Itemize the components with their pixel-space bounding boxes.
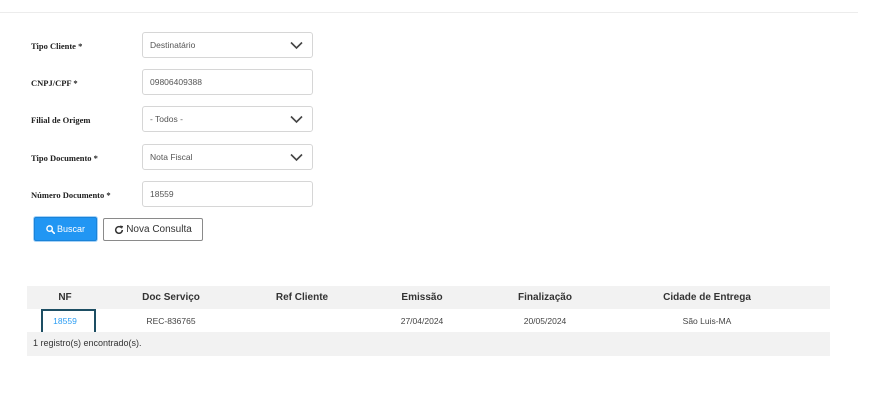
emissao-cell: 27/04/2024: [400, 316, 444, 326]
column-header-finalizacao[interactable]: Finalização: [518, 292, 572, 303]
filial-origem-value: - Todos -: [150, 114, 183, 124]
chevron-down-icon: [290, 115, 303, 124]
finalizacao-cell: 20/05/2024: [523, 316, 567, 326]
record-count: 1 registro(s) encontrado(s).: [33, 338, 142, 348]
search-icon: [46, 224, 55, 234]
nf-link[interactable]: 18559: [53, 316, 77, 326]
refresh-icon: [115, 225, 124, 234]
numero-documento-label: Número Documento *: [31, 190, 111, 200]
column-header-doc-servico[interactable]: Doc Serviço: [142, 292, 200, 303]
buscar-label: Buscar: [56, 224, 85, 234]
filial-origem-select[interactable]: - Todos -: [142, 106, 313, 132]
buscar-button[interactable]: Buscar: [34, 217, 97, 241]
column-header-nf[interactable]: NF: [58, 292, 71, 303]
results-table: NF Doc Serviço Ref Cliente Emissão Final…: [27, 286, 830, 356]
tipo-cliente-label: Tipo Cliente *: [31, 41, 83, 51]
column-header-ref-cliente[interactable]: Ref Cliente: [276, 292, 328, 303]
cnpj-cpf-value: 09806409388: [150, 77, 203, 87]
chevron-down-icon: [290, 153, 303, 162]
nova-consulta-button[interactable]: Nova Consulta: [103, 218, 203, 241]
cidade-entrega-cell: São Luis-MA: [682, 316, 732, 326]
numero-documento-input[interactable]: 18559: [142, 181, 313, 207]
cnpj-cpf-input[interactable]: 09806409388: [142, 69, 313, 95]
top-divider: [0, 12, 858, 13]
tipo-cliente-select[interactable]: Destinatário: [142, 32, 313, 58]
filial-origem-label: Filial de Origem: [31, 115, 91, 125]
column-header-cidade-entrega[interactable]: Cidade de Entrega: [663, 292, 751, 303]
cnpj-cpf-label: CNPJ/CPF *: [31, 78, 78, 88]
doc-servico-cell: REC-836765: [146, 316, 196, 326]
table-row[interactable]: 18559 REC-836765 27/04/2024 20/05/2024 S…: [27, 309, 830, 334]
tipo-documento-select[interactable]: Nota Fiscal: [142, 144, 313, 170]
numero-documento-value: 18559: [150, 189, 174, 199]
column-header-emissao[interactable]: Emissão: [401, 292, 442, 303]
table-footer: 1 registro(s) encontrado(s).: [27, 332, 830, 356]
tipo-documento-label: Tipo Documento *: [31, 153, 98, 163]
chevron-down-icon: [290, 41, 303, 50]
tipo-documento-value: Nota Fiscal: [150, 152, 193, 162]
table-header: NF Doc Serviço Ref Cliente Emissão Final…: [27, 286, 830, 309]
tipo-cliente-value: Destinatário: [150, 40, 196, 50]
nova-consulta-label: Nova Consulta: [126, 224, 192, 235]
